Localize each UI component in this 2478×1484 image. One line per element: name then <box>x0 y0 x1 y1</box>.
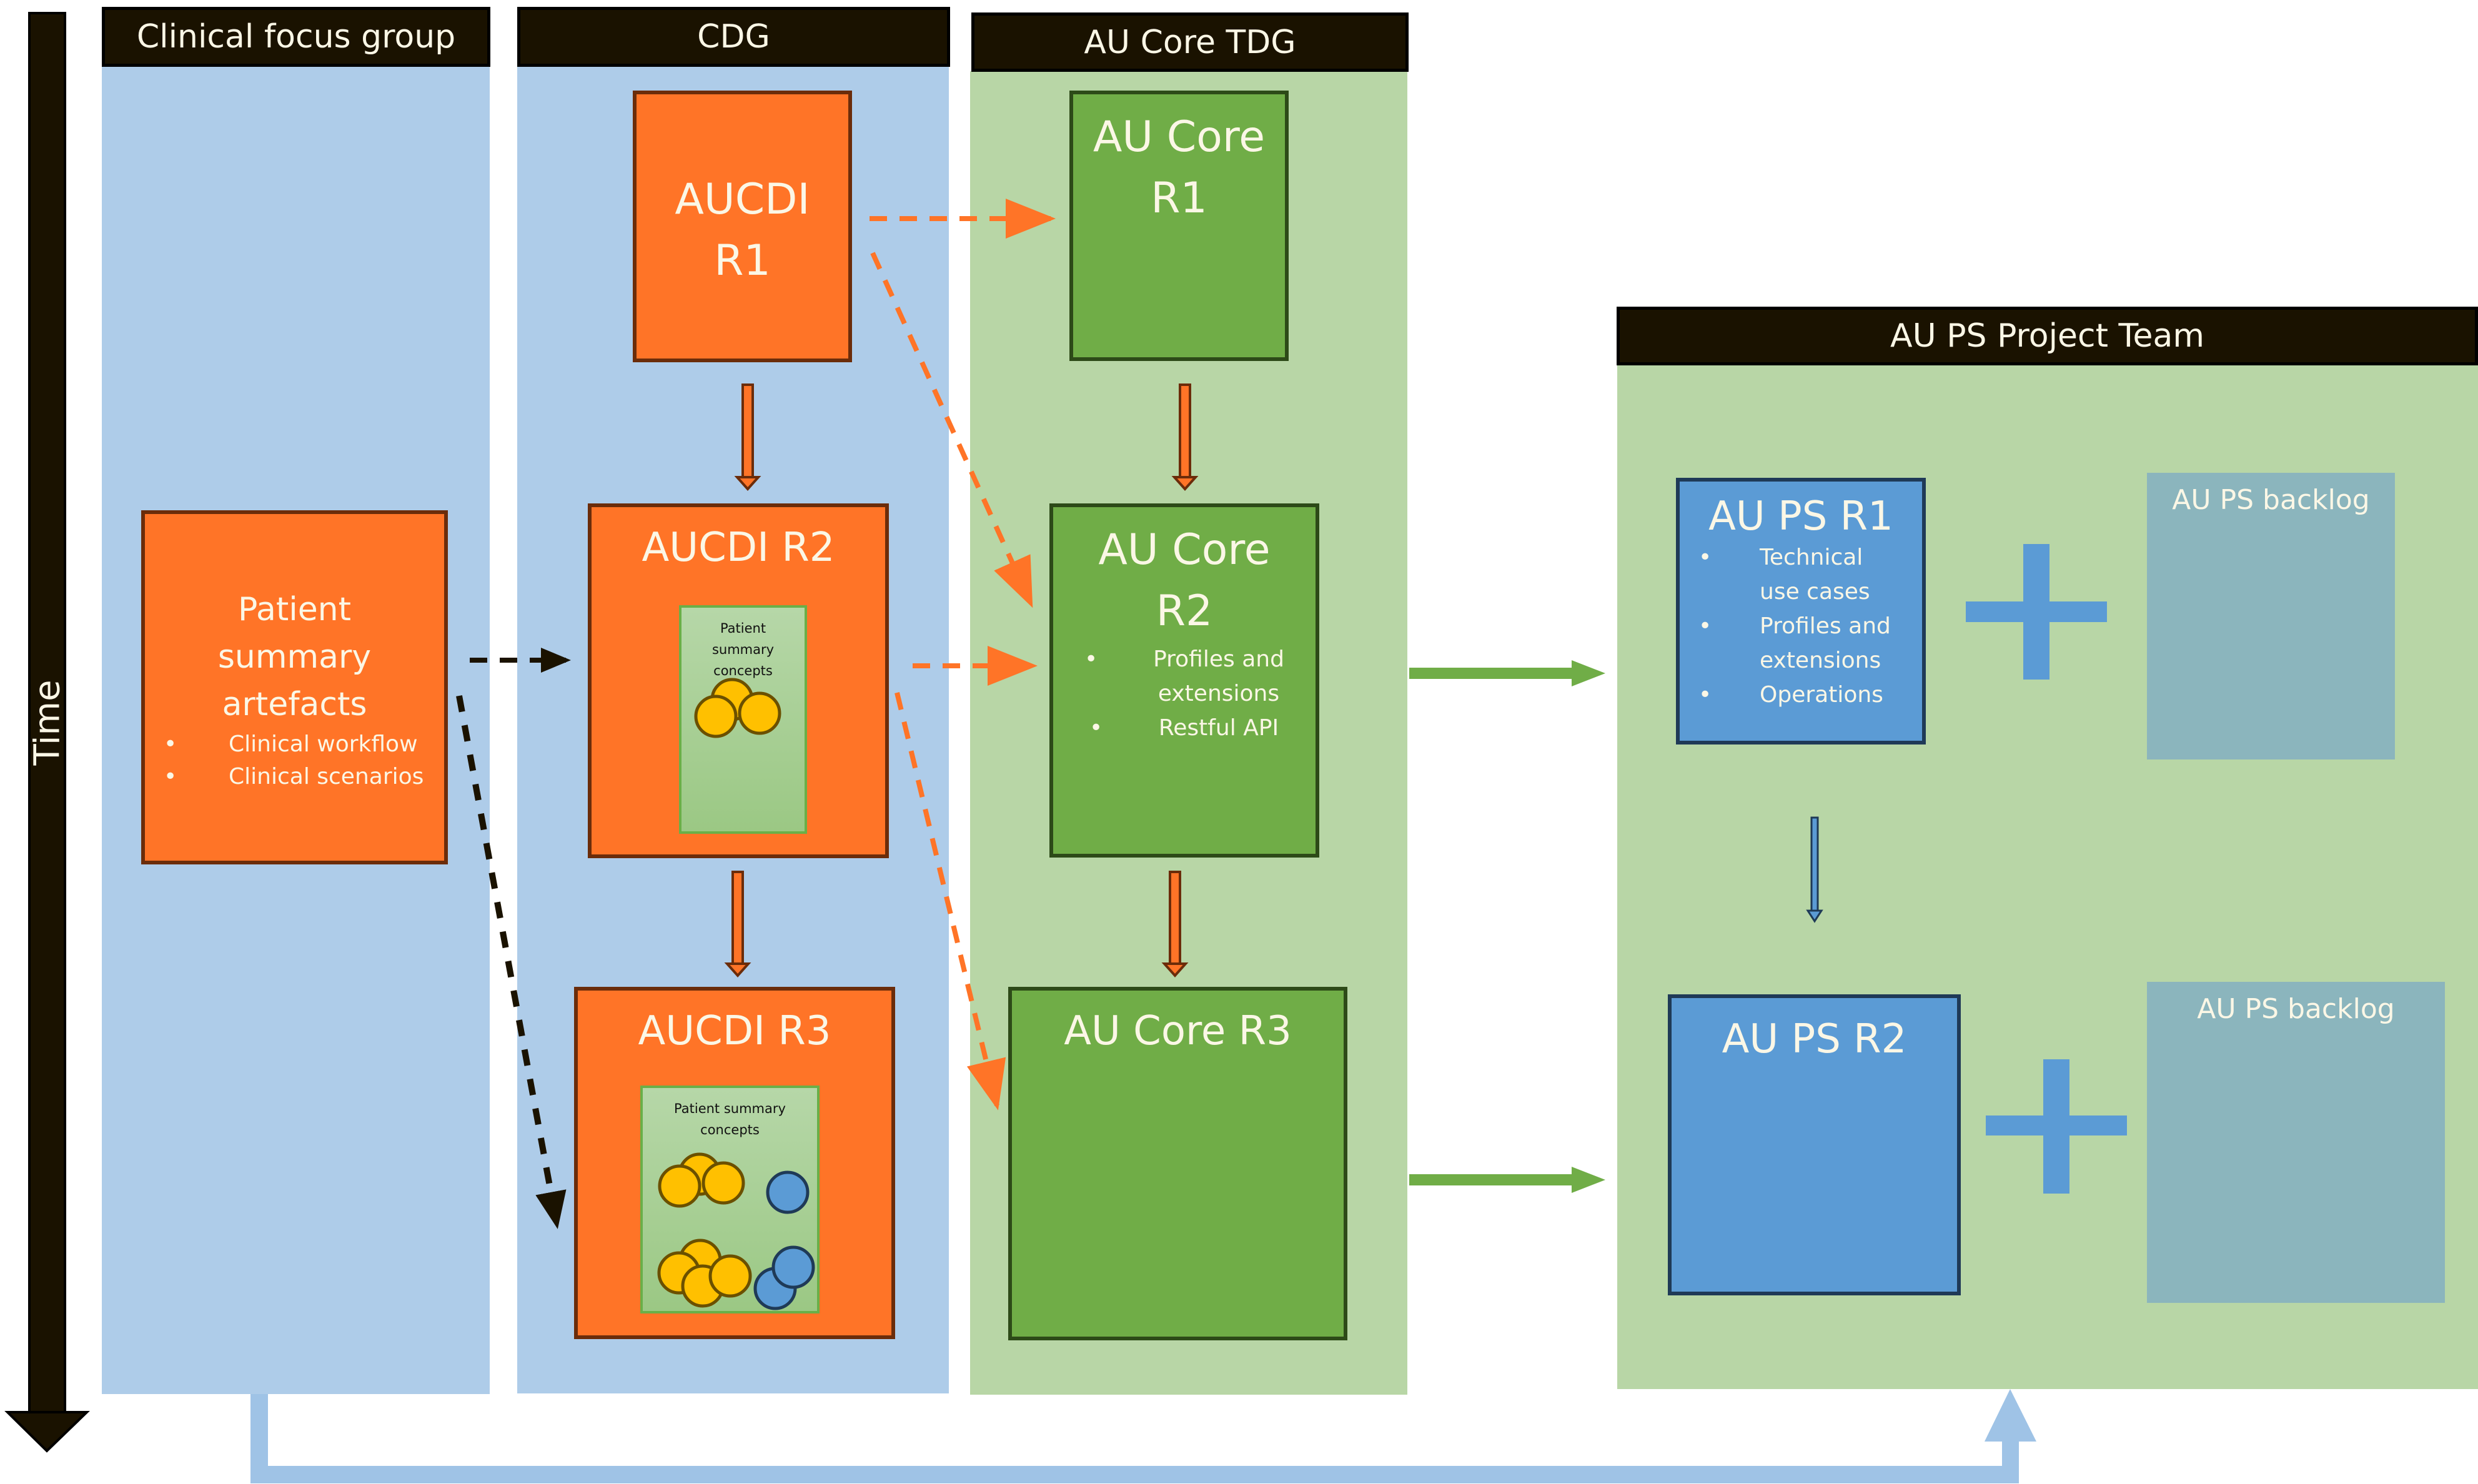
au-core-r1-to-r2-arrow <box>1171 383 1199 491</box>
concept-circle-yellow-icon <box>694 695 738 738</box>
aucdi-r2-to-core-r3-dashed-arrow <box>895 692 1006 1111</box>
core-r2-to-ps-team-arrow <box>1409 660 1605 686</box>
aucdi-r2-to-r3-arrow <box>724 871 751 977</box>
aucdi-r1-to-r2-arrow <box>734 383 761 491</box>
concept-circle-yellow-icon <box>658 1164 701 1208</box>
au-core-r2-to-r3-arrow <box>1161 871 1189 977</box>
core-r3-to-ps-team-arrow <box>1409 1167 1605 1193</box>
concept-circle-blue-icon <box>771 1245 815 1289</box>
concept-circle-blue-icon <box>766 1170 810 1214</box>
concept-circle-yellow-icon <box>701 1161 745 1205</box>
aucdi-r1-to-core-r2-dashed-arrow <box>870 252 1033 608</box>
connectors-overlay <box>250 199 2036 1483</box>
concept-circle-yellow-icon <box>708 1254 752 1298</box>
concept-circle-yellow-icon <box>738 691 781 735</box>
au-ps-r1-to-r2-arrow <box>1806 816 1823 923</box>
clinical-to-ps-team-connector <box>250 1389 2036 1483</box>
artefacts-to-aucdi-r3-dashed-arrow <box>456 695 567 1229</box>
